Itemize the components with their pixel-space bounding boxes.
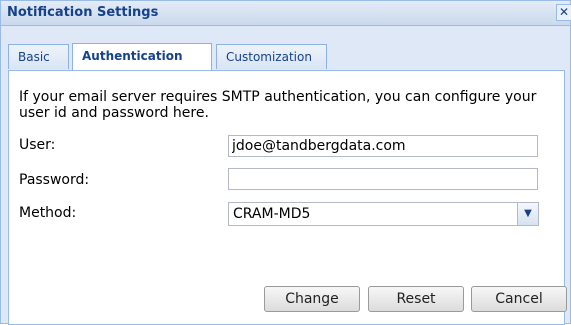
- notification-settings-dialog: Notification Settings ✕ Basic Authentica…: [0, 0, 571, 325]
- reset-button[interactable]: Reset: [368, 286, 464, 312]
- method-select[interactable]: CRAM-MD5 ▼: [228, 202, 539, 226]
- tab-authentication[interactable]: Authentication: [72, 43, 212, 70]
- dialog-titlebar: Notification Settings ✕: [1, 1, 571, 26]
- password-field[interactable]: [228, 168, 538, 190]
- cancel-button[interactable]: Cancel: [471, 286, 567, 312]
- tab-basic[interactable]: Basic: [8, 44, 69, 69]
- auth-description: If your email server requires SMTP authe…: [19, 89, 537, 121]
- chevron-down-icon[interactable]: ▼: [517, 203, 538, 225]
- password-label: Password:: [19, 172, 90, 188]
- method-value: CRAM-MD5: [233, 206, 311, 222]
- dialog-title: Notification Settings: [7, 5, 159, 20]
- method-label: Method:: [19, 205, 77, 221]
- close-icon[interactable]: ✕: [556, 4, 571, 21]
- change-button[interactable]: Change: [264, 286, 360, 312]
- user-label: User:: [19, 137, 56, 153]
- tab-bar: Basic Authentication Customization: [8, 43, 565, 71]
- tab-customization[interactable]: Customization: [216, 44, 327, 69]
- user-field[interactable]: [228, 135, 538, 157]
